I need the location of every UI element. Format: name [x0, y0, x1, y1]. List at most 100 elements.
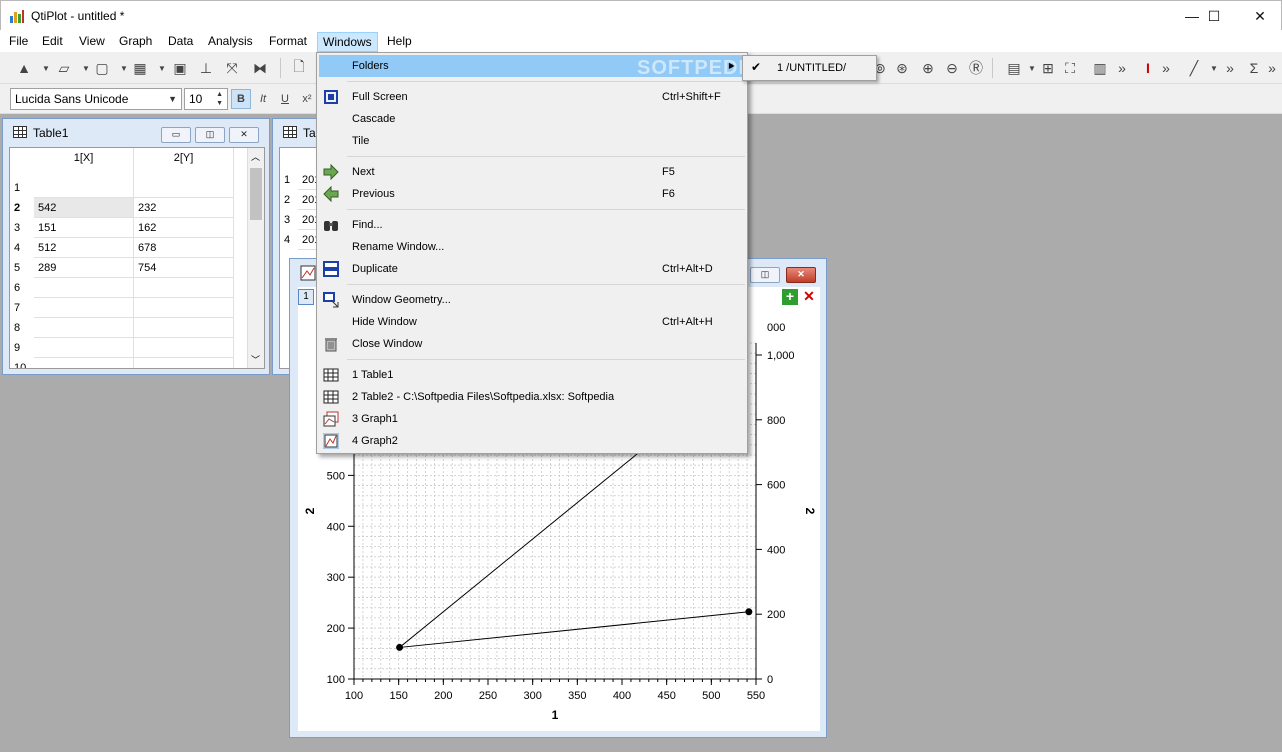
- box-frame-icon[interactable]: ▣: [170, 58, 190, 78]
- menu-file[interactable]: File: [4, 32, 33, 52]
- vertical-scrollbar[interactable]: ︿ ﹀: [247, 148, 264, 368]
- cube-icon[interactable]: ▢: [92, 58, 112, 78]
- table-cell[interactable]: [134, 178, 234, 198]
- row-number[interactable]: 7: [10, 298, 34, 318]
- chevron-down-icon[interactable]: ▼: [36, 58, 56, 78]
- zoom-out-icon[interactable]: ⊖: [942, 58, 962, 78]
- column-header[interactable]: 1[X]: [34, 148, 134, 178]
- row-number[interactable]: 4: [10, 238, 34, 258]
- menu-item-duplicate[interactable]: Duplicate Ctrl+Alt+D: [319, 258, 745, 280]
- menu-data[interactable]: Data: [163, 32, 198, 52]
- column-header[interactable]: 2[Y]: [134, 148, 234, 178]
- table-cell[interactable]: [134, 338, 234, 358]
- overflow-icon[interactable]: »: [1156, 58, 1176, 78]
- table-cell[interactable]: 512: [34, 238, 134, 258]
- minimize-button[interactable]: ▭: [161, 127, 191, 143]
- table1-window[interactable]: Table1 ▭ ◫ ✕ 1[X] 2[Y] 1 2 542 232 3 151 162 4 5…: [2, 118, 270, 375]
- menu-edit[interactable]: Edit: [37, 32, 68, 52]
- table-cell[interactable]: 542: [34, 198, 134, 218]
- table-cell[interactable]: 151: [34, 218, 134, 238]
- find-icon[interactable]: ⊛: [892, 58, 912, 78]
- italic-button[interactable]: It: [253, 89, 273, 109]
- font-size-spinner[interactable]: 10 ▲ ▼: [184, 88, 228, 110]
- bold-button[interactable]: B: [231, 89, 251, 109]
- 3d-surface-icon[interactable]: ▲: [14, 58, 34, 78]
- row-number[interactable]: 10: [10, 358, 34, 368]
- table-cell[interactable]: [134, 298, 234, 318]
- table-cell[interactable]: 289: [34, 258, 134, 278]
- superscript-button[interactable]: x²: [297, 89, 317, 109]
- menu-view[interactable]: View: [74, 32, 110, 52]
- menu-item-graph2[interactable]: 4 Graph2: [319, 430, 745, 452]
- menu-item-table2[interactable]: 2 Table2 - C:\Softpedia Files\Softpedia.…: [319, 386, 745, 408]
- table-cell[interactable]: [134, 318, 234, 338]
- axes-icon[interactable]: ⊥: [196, 58, 216, 78]
- rescale-icon[interactable]: Ⓡ: [966, 58, 986, 78]
- menu-item-table1[interactable]: 1 Table1: [319, 364, 745, 386]
- scrollbar-thumb[interactable]: [250, 168, 262, 220]
- chevron-up-icon[interactable]: ︿: [251, 150, 260, 163]
- table-cell[interactable]: [34, 278, 134, 298]
- row-number[interactable]: 5: [10, 258, 34, 278]
- folder-item-untitled[interactable]: 1 /UNTITLED/: [777, 62, 846, 74]
- chevron-down-icon[interactable]: ▼: [152, 58, 172, 78]
- overflow-icon[interactable]: »: [1112, 58, 1132, 78]
- graph-layout-icon[interactable]: ▥: [1090, 58, 1110, 78]
- table-cell[interactable]: [134, 358, 234, 368]
- menu-format[interactable]: Format: [264, 32, 312, 52]
- close-button[interactable]: ✕: [1237, 1, 1282, 31]
- menu-windows[interactable]: Windows: [317, 32, 378, 52]
- restore-button[interactable]: ◫: [195, 127, 225, 143]
- row-number[interactable]: 9: [10, 338, 34, 358]
- maximize-button[interactable]: ☐: [1191, 1, 1237, 31]
- table-cell[interactable]: [134, 278, 234, 298]
- draw-line-icon[interactable]: ╱: [1184, 58, 1204, 78]
- grid-3d-icon[interactable]: ▦: [130, 58, 150, 78]
- menu-item-window-geometry[interactable]: Window Geometry...: [319, 289, 745, 311]
- sum-icon[interactable]: Σ: [1244, 58, 1264, 78]
- menu-help[interactable]: Help: [382, 32, 417, 52]
- row-number[interactable]: 1: [10, 178, 34, 198]
- table-cell[interactable]: [34, 358, 134, 368]
- table-cell[interactable]: 162: [134, 218, 234, 238]
- menu-item-graph1[interactable]: 3 Graph1: [319, 408, 745, 430]
- menu-item-close-window[interactable]: Close Window: [319, 333, 745, 355]
- overflow-icon[interactable]: »: [1220, 58, 1240, 78]
- menu-item-tile[interactable]: Tile: [319, 130, 745, 152]
- menu-item-hide-window[interactable]: Hide Window Ctrl+Alt+H: [319, 311, 745, 333]
- table-cell[interactable]: 678: [134, 238, 234, 258]
- row-number[interactable]: 6: [10, 278, 34, 298]
- new-file-icon[interactable]: 🗋: [289, 58, 309, 78]
- table-cell[interactable]: 754: [134, 258, 234, 278]
- fit-icon[interactable]: ⛶: [1060, 58, 1080, 78]
- menu-item-next[interactable]: Next F5: [319, 161, 745, 183]
- row-number[interactable]: 3: [10, 218, 34, 238]
- table1-titlebar[interactable]: Table1 ▭ ◫ ✕: [3, 119, 269, 145]
- ribbon-icon[interactable]: ▱: [54, 58, 74, 78]
- menu-item-rename[interactable]: Rename Window...: [319, 236, 745, 258]
- overflow-icon[interactable]: »: [1262, 58, 1282, 78]
- table-cell[interactable]: [34, 298, 134, 318]
- restore-button[interactable]: ◫: [750, 267, 780, 283]
- menu-analysis[interactable]: Analysis: [203, 32, 258, 52]
- table-cell[interactable]: 232: [134, 198, 234, 218]
- close-button[interactable]: ✕: [229, 127, 259, 143]
- arrange-layers-icon[interactable]: ⊞: [1038, 58, 1058, 78]
- table-cell[interactable]: [34, 318, 134, 338]
- table1-grid[interactable]: 1[X] 2[Y] 1 2 542 232 3 151 162 4 512 678 5 289 754 6…: [9, 147, 265, 369]
- table2-titlebar[interactable]: Ta: [273, 119, 321, 145]
- menu-graph[interactable]: Graph: [114, 32, 157, 52]
- table-cell[interactable]: [34, 338, 134, 358]
- menu-item-full-screen[interactable]: Full Screen Ctrl+Shift+F: [319, 86, 745, 108]
- mesh-icon[interactable]: ⧓: [250, 58, 270, 78]
- chevron-down-icon[interactable]: ﹀: [251, 353, 260, 366]
- row-number[interactable]: 8: [10, 318, 34, 338]
- menu-item-find[interactable]: Find...: [319, 214, 745, 236]
- expand-icon[interactable]: ⤧: [222, 58, 242, 78]
- layer-icon[interactable]: ▤: [1004, 58, 1024, 78]
- row-number[interactable]: 2: [10, 198, 34, 218]
- menu-item-cascade[interactable]: Cascade: [319, 108, 745, 130]
- table-cell[interactable]: [34, 178, 134, 198]
- zoom-in-icon[interactable]: ⊕: [918, 58, 938, 78]
- underline-button[interactable]: U: [275, 89, 295, 109]
